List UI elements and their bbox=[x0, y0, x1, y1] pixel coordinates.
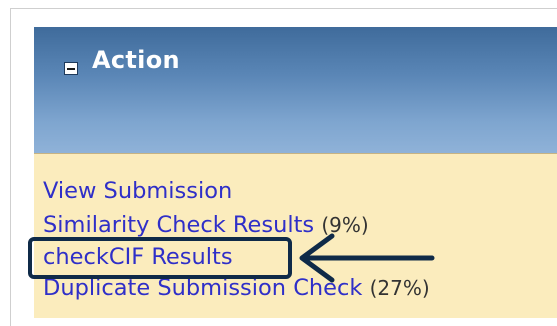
view-submission-label[interactable]: View Submission bbox=[43, 178, 232, 204]
similarity-check-results-label[interactable]: Similarity Check Results bbox=[43, 212, 314, 238]
checkcif-highlight-box bbox=[28, 237, 292, 279]
view-submission-link[interactable]: View Submission bbox=[43, 178, 232, 204]
action-panel-header: Action bbox=[34, 27, 557, 153]
panel-title: Action bbox=[92, 46, 180, 74]
collapse-icon[interactable] bbox=[64, 62, 78, 75]
left-arrow-icon bbox=[299, 233, 435, 283]
